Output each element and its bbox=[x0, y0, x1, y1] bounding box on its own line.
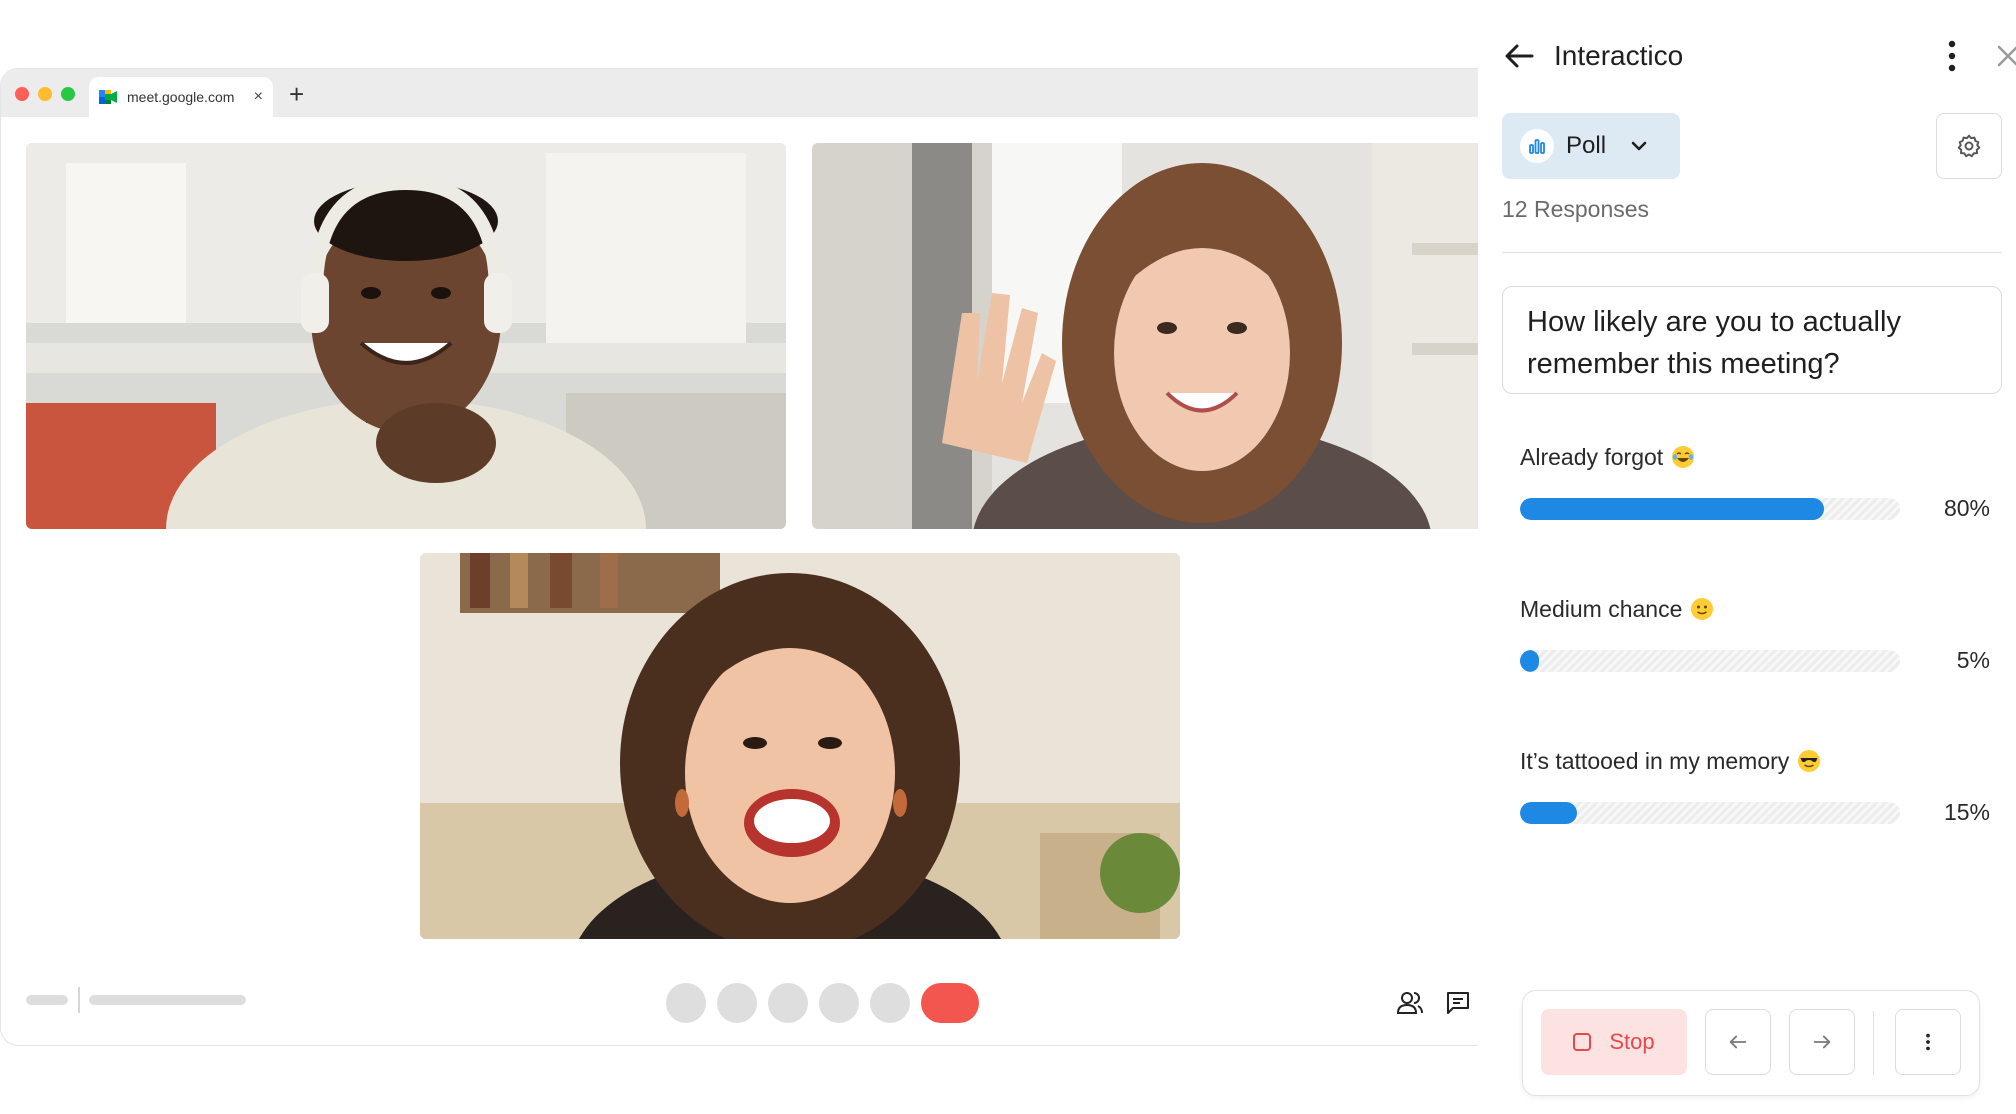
poll-option-2: Medium chance 5% bbox=[1520, 594, 1990, 673]
close-window-button[interactable] bbox=[15, 87, 29, 101]
toolbar-divider bbox=[78, 987, 80, 1013]
more-actions-button[interactable] bbox=[1895, 1009, 1961, 1075]
meet-favicon-icon bbox=[99, 90, 117, 104]
result-bar-fill bbox=[1520, 650, 1539, 672]
chat-icon[interactable] bbox=[1444, 989, 1472, 1017]
minimize-window-button[interactable] bbox=[38, 87, 52, 101]
gear-icon bbox=[1957, 134, 1981, 158]
section-divider bbox=[1502, 252, 2002, 253]
next-button[interactable] bbox=[1789, 1009, 1855, 1075]
arrow-left-icon bbox=[1729, 1035, 1747, 1049]
result-bar-fill bbox=[1520, 802, 1577, 824]
captions-button[interactable] bbox=[768, 983, 808, 1023]
browser-tab[interactable]: meet.google.com × bbox=[89, 77, 273, 117]
settings-button[interactable] bbox=[1936, 113, 2002, 179]
poll-question: How likely are you to actually remember … bbox=[1502, 286, 2002, 394]
new-tab-button[interactable]: + bbox=[289, 77, 304, 111]
result-percent: 5% bbox=[1956, 647, 1990, 673]
participant-video-1 bbox=[26, 143, 786, 529]
close-icon[interactable] bbox=[1992, 40, 2016, 72]
activity-type-dropdown[interactable]: Poll bbox=[1502, 113, 1680, 179]
camera-button[interactable] bbox=[717, 983, 757, 1023]
action-divider bbox=[1873, 1011, 1874, 1075]
poll-option-label: It’s tattooed in my memory bbox=[1520, 746, 1990, 776]
browser-window: meet.google.com × + bbox=[0, 68, 1520, 1046]
result-bar bbox=[1520, 498, 1900, 520]
more-vert-icon bbox=[1926, 1033, 1930, 1051]
mic-button[interactable] bbox=[666, 983, 706, 1023]
more-options-button[interactable] bbox=[870, 983, 910, 1023]
poll-option-label: Medium chance bbox=[1520, 594, 1990, 624]
previous-button[interactable] bbox=[1705, 1009, 1771, 1075]
activity-type-label: Poll bbox=[1566, 132, 1607, 159]
tab-url: meet.google.com bbox=[127, 89, 235, 105]
panel-header: Interactico bbox=[1502, 36, 2016, 76]
meet-toolbar bbox=[1, 969, 1519, 1029]
stop-square-icon bbox=[1573, 1033, 1592, 1051]
raise-hand-button[interactable] bbox=[819, 983, 859, 1023]
more-vert-icon[interactable] bbox=[1936, 38, 1968, 74]
option-text: It’s tattooed in my memory bbox=[1520, 747, 1790, 774]
chevron-down-icon bbox=[1628, 135, 1650, 157]
poll-option-1: Already forgot 80% bbox=[1520, 442, 1990, 521]
poll-option-label: Already forgot bbox=[1520, 442, 1990, 472]
sunglasses-emoji-icon bbox=[1798, 750, 1821, 772]
option-text: Medium chance bbox=[1520, 595, 1683, 622]
back-arrow-icon[interactable] bbox=[1502, 38, 1538, 74]
laughing-tears-emoji-icon bbox=[1672, 446, 1695, 468]
arrow-right-icon bbox=[1813, 1035, 1831, 1049]
response-count: 12 Responses bbox=[1502, 196, 1650, 222]
result-bar-fill bbox=[1520, 498, 1824, 520]
result-percent: 15% bbox=[1943, 799, 1990, 825]
result-bar bbox=[1520, 802, 1900, 824]
interactico-panel: Interactico Poll 12 Responses How likely… bbox=[1478, 0, 2016, 1114]
option-text: Already forgot bbox=[1520, 443, 1664, 470]
leave-call-button[interactable] bbox=[921, 983, 979, 1023]
panel-title: Interactico bbox=[1554, 40, 1684, 71]
participant-video-3 bbox=[420, 553, 1180, 939]
stop-label: Stop bbox=[1609, 1029, 1655, 1054]
maximize-window-button[interactable] bbox=[61, 87, 75, 101]
slight-smile-emoji-icon bbox=[1691, 598, 1714, 620]
poll-option-3: It’s tattooed in my memory 15% bbox=[1520, 746, 1990, 825]
tab-bar: meet.google.com × + bbox=[1, 69, 1519, 117]
participant-video-2 bbox=[812, 143, 1519, 529]
tab-close-icon[interactable]: × bbox=[254, 88, 263, 106]
poll-chart-icon bbox=[1520, 129, 1554, 163]
meeting-info-placeholder bbox=[26, 995, 68, 1005]
stop-button[interactable]: Stop bbox=[1541, 1009, 1687, 1075]
result-percent: 80% bbox=[1943, 495, 1990, 521]
people-icon[interactable] bbox=[1396, 989, 1424, 1017]
result-bar bbox=[1520, 650, 1900, 672]
meeting-code-placeholder bbox=[89, 995, 246, 1005]
poll-action-bar: Stop bbox=[1522, 990, 1980, 1096]
